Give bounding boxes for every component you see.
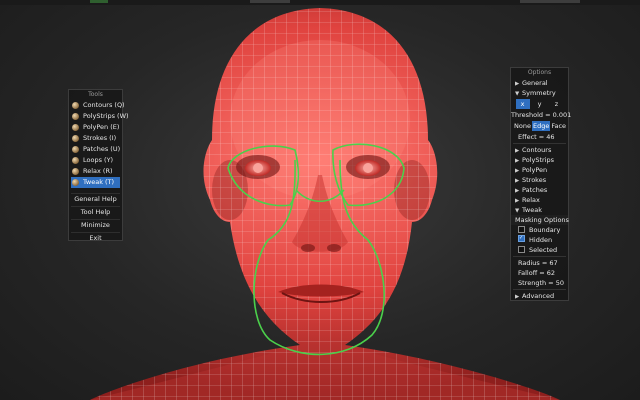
checkbox-label: Selected	[529, 246, 558, 254]
polypen-section-toggle[interactable]: ▶ PolyPen	[511, 165, 568, 175]
display-face-button[interactable]: Face	[550, 121, 567, 131]
tool-polypen[interactable]: PolyPen (E)	[71, 122, 120, 133]
tool-label: Contours (Q)	[83, 101, 125, 109]
symmetry-section-toggle[interactable]: ▼ Symmetry	[511, 88, 568, 98]
patches-tool-icon	[72, 146, 79, 153]
tool-label: Relax (R)	[83, 167, 113, 175]
strength-field[interactable]: Strength = 50	[511, 278, 568, 288]
loops-tool-icon	[72, 157, 79, 164]
collapsed-arrow-icon: ▶	[515, 294, 520, 300]
section-label: PolyStrips	[522, 156, 554, 164]
tool-patches[interactable]: Patches (U)	[71, 144, 120, 155]
checkbox-checked-icon	[518, 235, 525, 242]
tool-label: PolyPen (E)	[83, 123, 120, 131]
symmetry-axis-buttons: x y z	[514, 99, 565, 109]
contours-section-toggle[interactable]: ▶ Contours	[511, 145, 568, 155]
general-section-toggle[interactable]: ▶ General	[511, 78, 568, 88]
section-label: Advanced	[522, 292, 555, 300]
polypen-tool-icon	[72, 124, 79, 131]
radius-field[interactable]: Radius = 67	[511, 258, 568, 268]
checkbox-icon	[518, 246, 525, 253]
display-mode-selector: None Edge Face	[513, 121, 566, 131]
section-label: PolyPen	[522, 166, 548, 174]
tool-contours[interactable]: Contours (Q)	[71, 100, 125, 111]
tool-tweak[interactable]: Tweak (T)	[71, 177, 120, 188]
tools-panel-title: Tools	[88, 91, 103, 98]
threshold-field[interactable]: Threshold = 0.001	[511, 110, 571, 120]
tools-panel: Tools Contours (Q) PolyStrips (W) PolyPe…	[68, 89, 129, 244]
options-panel: Options ▶ General ▼ Symmetry x y z Thresho…	[510, 67, 571, 301]
tool-help-button[interactable]: Tool Help	[71, 206, 120, 218]
tool-label: Loops (Y)	[83, 156, 114, 164]
tool-label: Tweak (T)	[83, 178, 115, 186]
effect-field[interactable]: Effect = 46	[511, 132, 568, 142]
display-edge-button[interactable]: Edge	[531, 121, 551, 131]
boundary-checkbox[interactable]: Boundary	[511, 225, 568, 235]
strokes-section-toggle[interactable]: ▶ Strokes	[511, 175, 568, 185]
section-label: Tweak	[522, 206, 542, 214]
display-none-button[interactable]: None	[513, 121, 532, 131]
relax-section-toggle[interactable]: ▶ Relax	[511, 195, 568, 205]
left-eye	[236, 155, 280, 179]
strokes-tool-icon	[72, 135, 79, 142]
checkbox-label: Hidden	[529, 236, 553, 244]
polystrips-section-toggle[interactable]: ▶ PolyStrips	[511, 155, 568, 165]
tool-loops[interactable]: Loops (Y)	[71, 155, 120, 166]
section-label: Symmetry	[522, 89, 556, 97]
tool-relax[interactable]: Relax (R)	[71, 166, 120, 177]
section-label: Relax	[522, 196, 540, 204]
tool-label: Strokes (I)	[83, 134, 117, 142]
expanded-arrow-icon: ▼	[515, 91, 520, 97]
section-label: Patches	[522, 186, 548, 194]
selected-checkbox[interactable]: Selected	[511, 245, 568, 255]
exit-button[interactable]: Exit	[71, 232, 120, 244]
tool-polystrips[interactable]: PolyStrips (W)	[71, 111, 129, 122]
nostril	[301, 244, 315, 252]
section-label: Contours	[522, 146, 552, 154]
tool-strokes[interactable]: Strokes (I)	[71, 133, 120, 144]
right-eye	[346, 155, 390, 179]
tool-label: Patches (U)	[83, 145, 121, 153]
relax-tool-icon	[72, 168, 79, 175]
minimize-button[interactable]: Minimize	[71, 219, 120, 231]
falloff-field[interactable]: Falloff = 62	[511, 268, 568, 278]
checkbox-icon	[518, 226, 525, 233]
tool-label: PolyStrips (W)	[83, 112, 129, 120]
masking-options-title: Masking Options	[511, 215, 569, 225]
hidden-checkbox[interactable]: Hidden	[511, 235, 568, 245]
checkbox-label: Boundary	[529, 226, 561, 234]
polystrips-tool-icon	[72, 113, 79, 120]
axis-x-button[interactable]: x	[515, 99, 530, 109]
contours-tool-icon	[72, 102, 79, 109]
axis-y-button[interactable]: y	[533, 99, 547, 109]
section-label: Strokes	[522, 176, 547, 184]
axis-z-button[interactable]: z	[550, 99, 564, 109]
section-label: General	[522, 79, 548, 87]
tweak-tool-icon	[72, 179, 79, 186]
options-panel-title: Options	[527, 69, 552, 76]
general-help-button[interactable]: General Help	[71, 193, 120, 205]
patches-section-toggle[interactable]: ▶ Patches	[511, 185, 568, 195]
tweak-section-toggle[interactable]: ▼ Tweak	[511, 205, 568, 215]
nostril	[327, 244, 341, 252]
advanced-section-toggle[interactable]: ▶ Advanced	[511, 291, 568, 301]
